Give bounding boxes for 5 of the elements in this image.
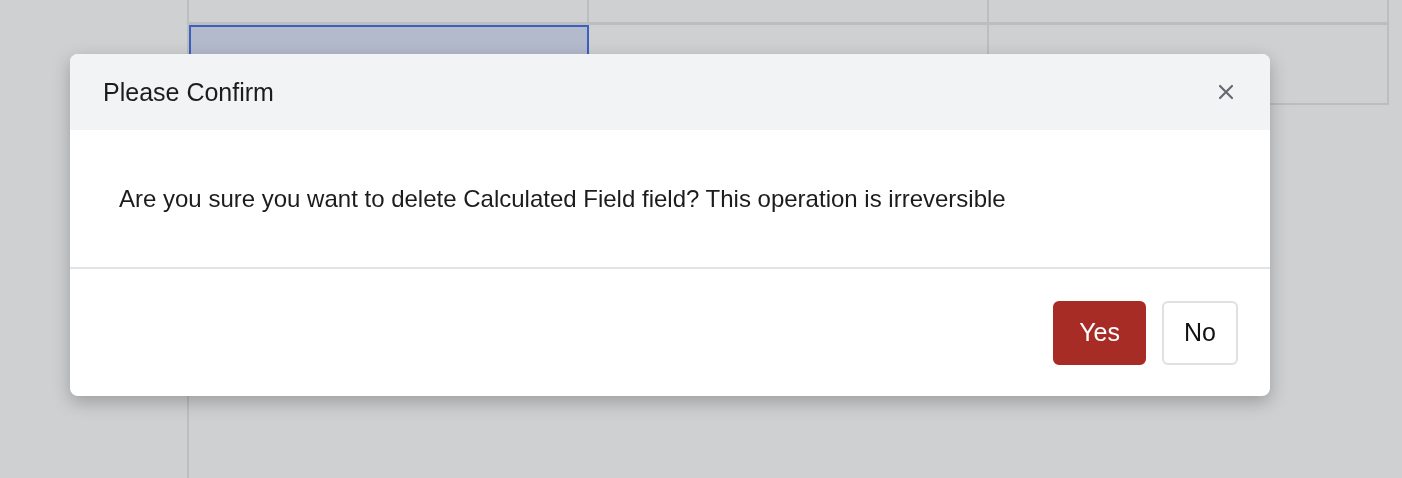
dialog-title: Please Confirm [103,77,274,107]
close-icon [1218,84,1234,100]
cancel-button[interactable]: No [1162,300,1238,365]
confirm-button[interactable]: Yes [1053,300,1147,365]
dialog-message: Are you sure you want to delete Calculated Field field? This operation is irreversible [119,184,1006,213]
